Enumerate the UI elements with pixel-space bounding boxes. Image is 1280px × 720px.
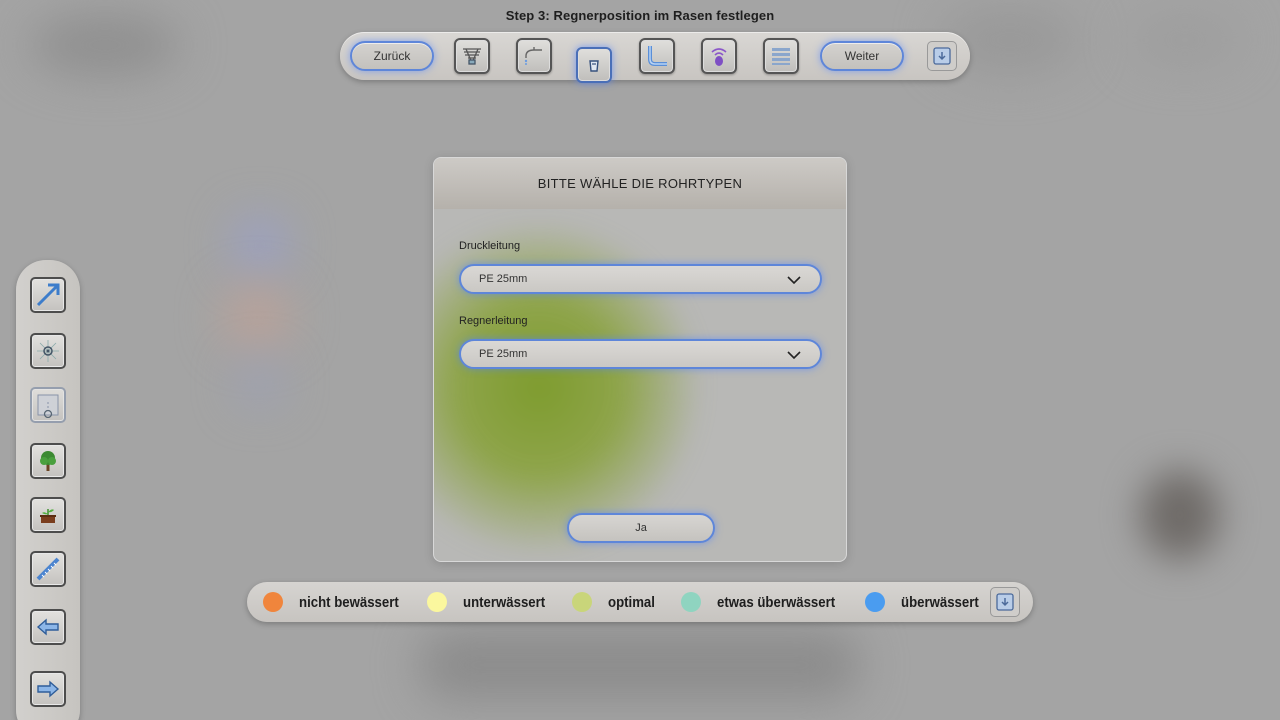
faucet-icon[interactable] (516, 38, 552, 74)
legend-collapse-icon[interactable] (990, 587, 1020, 617)
legend-item: optimal (572, 582, 661, 622)
legend-label: überwässert (901, 593, 979, 611)
measure-icon[interactable] (30, 551, 66, 587)
background-blur (420, 630, 860, 700)
irrigation-legend: nicht bewässert unterwässert optimal etw… (247, 582, 1033, 622)
legend-item: überwässert (865, 582, 989, 622)
page-title: Step 3: Regnerposition im Rasen festlege… (505, 8, 775, 23)
sprinkler-line-label: Regnerleitung (459, 315, 528, 327)
collapse-icon[interactable] (927, 41, 957, 71)
background-blur (1140, 470, 1220, 560)
dialog-title: BITTE WÄHLE DIE ROHRTYPEN (434, 158, 846, 209)
arrow-tool-icon[interactable] (30, 277, 66, 313)
confirm-button[interactable]: Ja (567, 513, 715, 543)
sprinkler-point-icon[interactable] (30, 333, 66, 369)
pipe-elbow-icon[interactable] (639, 38, 675, 74)
legend-item: etwas überwässert (681, 582, 851, 622)
pressure-line-value: PE 25mm (479, 273, 528, 285)
legend-item: unterwässert (427, 582, 556, 622)
legend-label: optimal (608, 593, 655, 611)
chevron-down-icon (787, 276, 801, 285)
legend-label: unterwässert (463, 593, 546, 611)
pressure-line-label: Druckleitung (459, 240, 521, 252)
sprinkler-line-select[interactable]: PE 25mm (459, 339, 822, 369)
top-toolbar: Zurück Weiter (340, 32, 970, 83)
legend-dot (865, 592, 885, 612)
pressure-line-select[interactable]: PE 25mm (459, 264, 822, 294)
background-blur (222, 285, 292, 350)
legend-item: nicht bewässert (263, 582, 412, 622)
background-blur (232, 215, 288, 275)
background-blur (30, 15, 180, 75)
plant-pot-icon[interactable] (30, 497, 66, 533)
chevron-down-icon (787, 351, 801, 360)
sprinkler-line-value: PE 25mm (479, 348, 528, 360)
tree-icon[interactable] (30, 443, 66, 479)
legend-label: nicht bewässert (299, 593, 399, 611)
background-blur (238, 360, 282, 404)
next-button[interactable]: Weiter (820, 41, 904, 71)
legend-label: etwas überwässert (717, 593, 836, 611)
wifi-controller-icon[interactable] (701, 38, 737, 74)
arrow-left-icon[interactable] (30, 609, 66, 645)
sprinkler-area-icon[interactable] (30, 387, 66, 423)
left-toolbar (16, 260, 80, 720)
bucket-icon[interactable] (576, 47, 612, 83)
back-button[interactable]: Zurück (350, 41, 434, 71)
pipe-type-dialog: BITTE WÄHLE DIE ROHRTYPEN Druckleitung P… (433, 157, 847, 562)
legend-dot (681, 592, 701, 612)
legend-dot (572, 592, 592, 612)
list-icon[interactable] (763, 38, 799, 74)
sprinkler-head-icon[interactable] (454, 38, 490, 74)
arrow-right-icon[interactable] (30, 671, 66, 707)
legend-dot (427, 592, 447, 612)
legend-dot (263, 592, 283, 612)
